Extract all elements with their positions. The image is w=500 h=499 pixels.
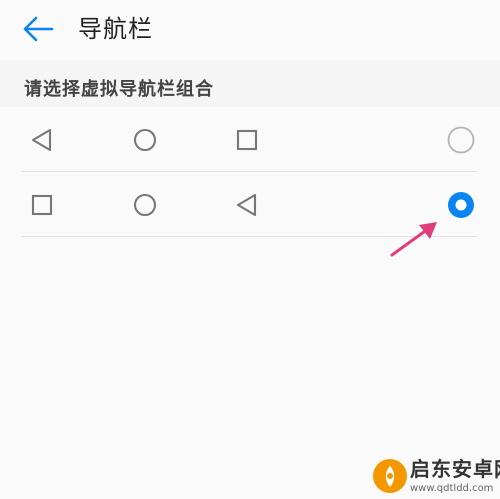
home-circle-icon bbox=[133, 128, 157, 152]
option-1-radio-unselected[interactable] bbox=[446, 125, 476, 155]
option-2-radio-selected[interactable] bbox=[446, 190, 476, 220]
back-button[interactable] bbox=[20, 12, 60, 46]
annotation-arrow-icon bbox=[390, 222, 437, 257]
arrow-left-icon bbox=[23, 16, 54, 42]
watermark-url: www.qdtldd.com bbox=[410, 483, 494, 494]
back-triangle-icon bbox=[31, 128, 52, 152]
back-triangle-icon bbox=[236, 193, 257, 217]
recents-square-icon bbox=[236, 129, 258, 151]
recents-square-icon bbox=[31, 194, 53, 216]
section-title: 请选择虚拟导航栏组合 bbox=[24, 79, 214, 100]
navigation-options-list bbox=[0, 107, 500, 499]
watermark: 启东安卓网 www.qdtldd.com bbox=[372, 456, 500, 499]
navigation-option-1[interactable] bbox=[0, 107, 500, 172]
page-title: 导航栏 bbox=[78, 15, 153, 43]
watermark-logo-icon bbox=[373, 459, 407, 493]
watermark-name: 启东安卓网 bbox=[410, 457, 500, 481]
home-circle-icon bbox=[133, 193, 157, 217]
app-header: 导航栏 bbox=[0, 0, 500, 60]
